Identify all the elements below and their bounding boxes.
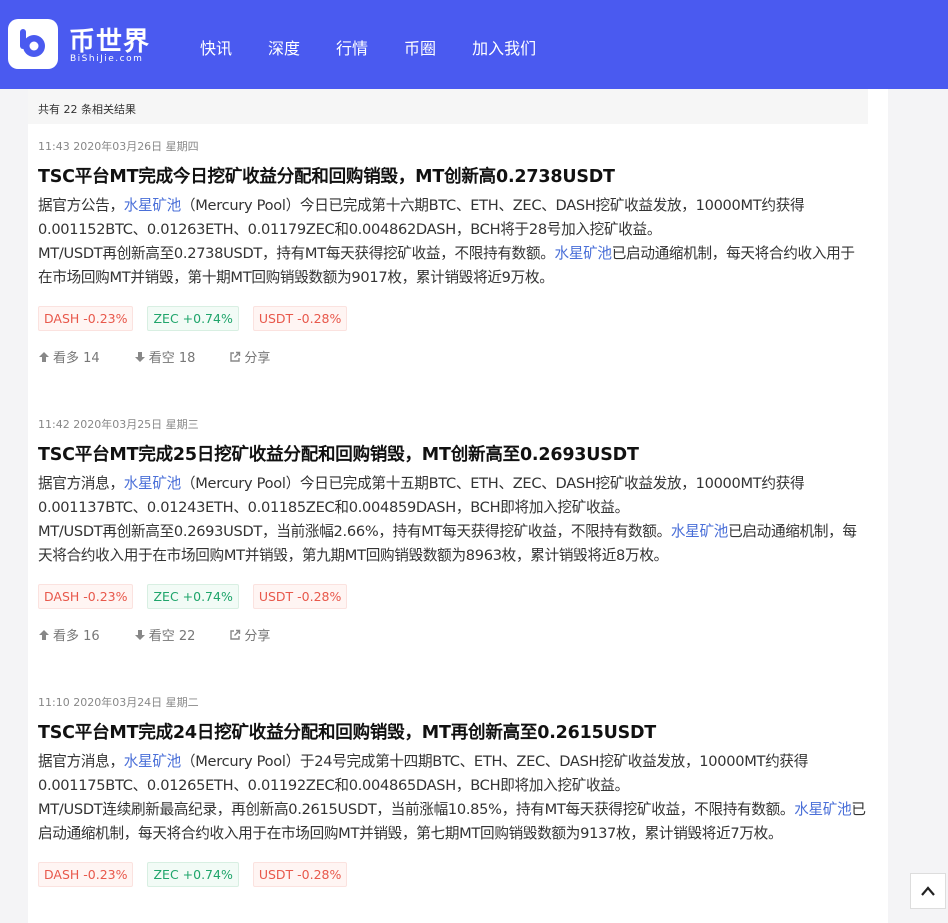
scroll-to-top-button[interactable] xyxy=(910,873,946,909)
article-item: 11:10 2020年03月24日 星期二 TSC平台MT完成24日挖矿收益分配… xyxy=(38,694,868,887)
article-body: 据官方公告，水星矿池（Mercury Pool）今日已完成第十六期BTC、ETH… xyxy=(38,194,868,290)
bullish-count: 看多 16 xyxy=(53,629,100,644)
coin-tags: DASH -0.23% ZEC +0.74% USDT -0.28% xyxy=(38,862,868,887)
article-body: 据官方消息，水星矿池（Mercury Pool）今日已完成第十五期BTC、ETH… xyxy=(38,472,868,568)
arrow-up-icon xyxy=(39,629,49,640)
article-paragraph: 据官方消息，水星矿池（Mercury Pool）今日已完成第十五期BTC、ETH… xyxy=(38,472,868,520)
chevron-up-icon xyxy=(921,886,935,896)
mercury-pool-link[interactable]: 水星矿池 xyxy=(555,245,612,262)
text-segment: MT/USDT连续刷新最高纪录，再创新高0.2615USDT，当前涨幅10.85… xyxy=(38,801,795,818)
article-title[interactable]: TSC平台MT完成24日挖矿收益分配和回购销毁，MT再创新高至0.2615USD… xyxy=(38,719,868,744)
share-icon xyxy=(230,351,241,362)
main-nav: 快讯 深度 行情 币圈 加入我们 xyxy=(200,35,572,59)
coin-tag-zec[interactable]: ZEC +0.74% xyxy=(147,306,239,331)
share-icon xyxy=(230,629,241,640)
bearish-count: 看空 22 xyxy=(148,629,196,644)
article-time: 11:43 2020年03月26日 星期四 xyxy=(38,140,199,153)
arrow-down-icon xyxy=(134,629,145,640)
article-paragraph: MT/USDT再创新高至0.2738USDT，持有MT每天获得挖矿收益，不限持有… xyxy=(38,242,868,290)
coin-tag-dash[interactable]: DASH -0.23% xyxy=(38,862,134,887)
article-time: 11:42 2020年03月25日 星期三 xyxy=(38,418,199,431)
article-time: 11:10 2020年03月24日 星期二 xyxy=(38,696,199,709)
top-navbar: 币世界 BiShiJie.com 快讯 深度 行情 币圈 加入我们 xyxy=(0,0,948,89)
coin-tag-usdt[interactable]: USDT -0.28% xyxy=(252,306,348,331)
article-paragraph: 据官方公告，水星矿池（Mercury Pool）今日已完成第十六期BTC、ETH… xyxy=(38,194,868,242)
logo-icon[interactable] xyxy=(8,19,58,69)
nav-item-depth[interactable]: 深度 xyxy=(268,35,300,59)
nav-item-market[interactable]: 行情 xyxy=(336,35,368,59)
nav-item-flash[interactable]: 快讯 xyxy=(200,35,232,59)
result-count: 共有 22 条相关结果 xyxy=(28,89,868,124)
brand-domain: BiShiJie.com xyxy=(70,54,144,64)
article-actions: 看多 14 看空 18 分享 xyxy=(38,347,868,366)
arrow-up-icon xyxy=(39,351,49,362)
share-button[interactable]: 分享 xyxy=(229,347,270,366)
share-label: 分享 xyxy=(244,629,271,644)
nav-item-join-us[interactable]: 加入我们 xyxy=(472,35,536,59)
article-title[interactable]: TSC平台MT完成25日挖矿收益分配和回购销毁，MT创新高至0.2693USDT xyxy=(38,441,868,466)
bullish-count: 看多 14 xyxy=(53,351,100,366)
mercury-pool-link[interactable]: 水星矿池 xyxy=(124,753,181,770)
coin-tags: DASH -0.23% ZEC +0.74% USDT -0.28% xyxy=(38,584,868,609)
arrow-down-icon xyxy=(134,351,145,362)
coin-tag-dash[interactable]: DASH -0.23% xyxy=(38,584,134,609)
mercury-pool-link[interactable]: 水星矿池 xyxy=(124,475,181,492)
text-segment: MT/USDT再创新高至0.2738USDT，持有MT每天获得挖矿收益，不限持有… xyxy=(38,245,555,262)
article-body: 据官方消息，水星矿池（Mercury Pool）于24号完成第十四期BTC、ET… xyxy=(38,750,868,846)
article-actions: 看多 16 看空 22 分享 xyxy=(38,625,868,644)
bearish-button[interactable]: 看空 22 xyxy=(134,625,196,644)
text-segment: 据官方消息， xyxy=(38,475,124,492)
bullish-button[interactable]: 看多 16 xyxy=(38,625,100,644)
coin-tags: DASH -0.23% ZEC +0.74% USDT -0.28% xyxy=(38,306,868,331)
share-label: 分享 xyxy=(244,351,271,366)
coin-tag-dash[interactable]: DASH -0.23% xyxy=(38,306,134,331)
mercury-pool-link[interactable]: 水星矿池 xyxy=(671,523,728,540)
article-item: 11:43 2020年03月26日 星期四 TSC平台MT完成今日挖矿收益分配和… xyxy=(38,138,868,366)
article-paragraph: MT/USDT连续刷新最高纪录，再创新高0.2615USDT，当前涨幅10.85… xyxy=(38,798,868,846)
coin-tag-zec[interactable]: ZEC +0.74% xyxy=(147,584,239,609)
article-title[interactable]: TSC平台MT完成今日挖矿收益分配和回购销毁，MT创新高0.2738USDT xyxy=(38,163,868,188)
article-item: 11:42 2020年03月25日 星期三 TSC平台MT完成25日挖矿收益分配… xyxy=(38,416,868,644)
share-button[interactable]: 分享 xyxy=(229,625,270,644)
bearish-count: 看空 18 xyxy=(148,351,196,366)
mercury-pool-link[interactable]: 水星矿池 xyxy=(124,197,181,214)
bearish-button[interactable]: 看空 18 xyxy=(134,347,196,366)
coin-tag-zec[interactable]: ZEC +0.74% xyxy=(147,862,239,887)
nav-item-circle[interactable]: 币圈 xyxy=(404,35,436,59)
brand-name[interactable]: 币世界 xyxy=(69,21,150,58)
text-segment: 据官方公告， xyxy=(38,197,124,214)
text-segment: MT/USDT再创新高至0.2693USDT，当前涨幅2.66%，持有MT每天获… xyxy=(38,523,671,540)
coin-tag-usdt[interactable]: USDT -0.28% xyxy=(252,584,348,609)
results-panel: 共有 22 条相关结果 11:43 2020年03月26日 星期四 TSC平台M… xyxy=(28,89,888,923)
article-paragraph: MT/USDT再创新高至0.2693USDT，当前涨幅2.66%，持有MT每天获… xyxy=(38,520,868,568)
mercury-pool-link[interactable]: 水星矿池 xyxy=(794,801,851,818)
text-segment: 据官方消息， xyxy=(38,753,124,770)
bullish-button[interactable]: 看多 14 xyxy=(38,347,100,366)
article-paragraph: 据官方消息，水星矿池（Mercury Pool）于24号完成第十四期BTC、ET… xyxy=(38,750,868,798)
coin-tag-usdt[interactable]: USDT -0.28% xyxy=(252,862,348,887)
